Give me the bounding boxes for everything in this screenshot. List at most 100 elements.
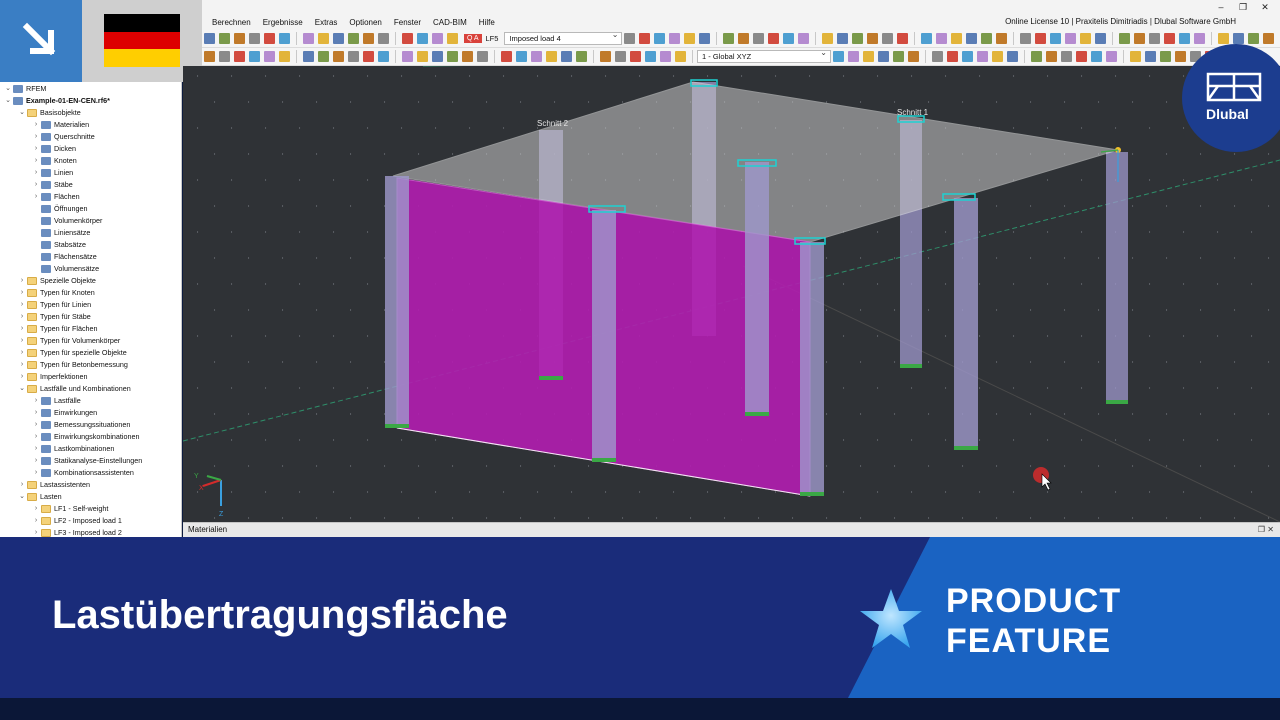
- navigator-item[interactable]: Liniensätze: [0, 227, 181, 239]
- toolbar-tool-icon[interactable]: [249, 33, 260, 44]
- toolbar-tool-icon[interactable]: [684, 33, 696, 44]
- toolbar-tool-icon[interactable]: [639, 33, 651, 44]
- toolbar-tool-icon[interactable]: [516, 51, 527, 62]
- navigator-item[interactable]: › Einwirkungen: [0, 407, 181, 419]
- toolbar-tool-icon[interactable]: [822, 33, 834, 44]
- toolbar-tool-icon[interactable]: [1248, 33, 1260, 44]
- chevron-down-icon[interactable]: ⌄: [18, 383, 26, 395]
- toolbar-tool-icon[interactable]: [279, 51, 290, 62]
- toolbar-tool-icon[interactable]: [561, 51, 572, 62]
- chevron-down-icon[interactable]: ⌄: [18, 491, 26, 503]
- toolbar-tool-icon[interactable]: [996, 33, 1008, 44]
- model-viewport[interactable]: Schnitt 2 Schnitt 1 Y X Z: [183, 66, 1280, 522]
- toolbar-tool-icon[interactable]: [1160, 51, 1171, 62]
- toolbar-tool-icon[interactable]: [1130, 51, 1141, 62]
- chevron-right-icon[interactable]: ›: [18, 299, 26, 311]
- chevron-right-icon[interactable]: ›: [32, 431, 40, 443]
- menu-item-extras[interactable]: Extras: [315, 18, 338, 27]
- toolbar-tool-icon[interactable]: [1263, 33, 1275, 44]
- column[interactable]: [800, 242, 824, 496]
- toolbar-tool-icon[interactable]: [204, 51, 215, 62]
- toolbar-tool-icon[interactable]: [432, 33, 443, 44]
- chevron-right-icon[interactable]: ›: [32, 155, 40, 167]
- toolbar-tool-icon[interactable]: [936, 33, 948, 44]
- toolbar-tool-icon[interactable]: [546, 51, 557, 62]
- chevron-right-icon[interactable]: ›: [32, 455, 40, 467]
- toolbar-tool-icon[interactable]: [1175, 51, 1186, 62]
- chevron-down-icon[interactable]: ⌄: [4, 83, 12, 95]
- navigator-item[interactable]: Volumensätze: [0, 263, 181, 275]
- chevron-right-icon[interactable]: ›: [18, 275, 26, 287]
- toolbar-tool-icon[interactable]: [1233, 33, 1245, 44]
- toolbar-tool-icon[interactable]: [992, 51, 1003, 62]
- navigator-item[interactable]: › Knoten: [0, 155, 181, 167]
- toolbar-tool-icon[interactable]: [753, 33, 765, 44]
- navigator-item[interactable]: › Typen für Betonbemessung: [0, 359, 181, 371]
- toolbar-tool-icon[interactable]: [1020, 33, 1032, 44]
- navigator-item[interactable]: › Statikanalyse-Einstellungen: [0, 455, 181, 467]
- toolbar-tool-icon[interactable]: [630, 51, 641, 62]
- toolbar-tool-icon[interactable]: [501, 51, 512, 62]
- toolbar-tool-icon[interactable]: [908, 51, 919, 62]
- panel-controls[interactable]: ❐ ✕: [1258, 523, 1274, 537]
- menu-item-berechnen[interactable]: Berechnen: [212, 18, 251, 27]
- chevron-right-icon[interactable]: ›: [18, 335, 26, 347]
- close-button[interactable]: ✕: [1254, 0, 1276, 14]
- navigator-item[interactable]: ⌄ Example-01-EN-CEN.rf6*: [0, 95, 181, 107]
- navigator-item[interactable]: › Einwirkungskombinationen: [0, 431, 181, 443]
- toolbar-tool-icon[interactable]: [966, 33, 978, 44]
- loadcase-select[interactable]: Imposed load 4: [504, 30, 623, 45]
- navigator-item[interactable]: › LF2 - Imposed load 1: [0, 515, 181, 527]
- toolbar-tool-icon[interactable]: [234, 33, 245, 44]
- toolbar-tool-icon[interactable]: [447, 51, 458, 62]
- navigator-item[interactable]: › LF1 - Self-weight: [0, 503, 181, 515]
- navigator-item[interactable]: › Typen für Volumenkörper: [0, 335, 181, 347]
- navigator-item[interactable]: ⌄ RFEM: [0, 83, 181, 95]
- toolbar-tool-icon[interactable]: [432, 51, 443, 62]
- maximize-button[interactable]: ❐: [1232, 0, 1254, 14]
- navigator-item[interactable]: Öffnungen: [0, 203, 181, 215]
- toolbar-tool-icon[interactable]: [783, 33, 795, 44]
- toolbar-tool-icon[interactable]: [962, 51, 973, 62]
- column[interactable]: [385, 176, 409, 428]
- toolbar-tool-icon[interactable]: [1119, 33, 1131, 44]
- toolbar-tool-icon[interactable]: [249, 51, 260, 62]
- chevron-right-icon[interactable]: ›: [32, 407, 40, 419]
- navigator-item[interactable]: › Typen für spezielle Objekte: [0, 347, 181, 359]
- menu-item-optionen[interactable]: Optionen: [349, 18, 381, 27]
- navigator-item[interactable]: Volumenkörper: [0, 215, 181, 227]
- toolbar-tool-icon[interactable]: [234, 51, 245, 62]
- toolbar-tool-icon[interactable]: [837, 33, 849, 44]
- navigator-item[interactable]: › Linien: [0, 167, 181, 179]
- column[interactable]: [954, 198, 978, 450]
- navigator-item[interactable]: › Bemessungssituationen: [0, 419, 181, 431]
- toolbar-tool-icon[interactable]: [1194, 33, 1206, 44]
- navigator-item[interactable]: › Spezielle Objekte: [0, 275, 181, 287]
- chevron-right-icon[interactable]: ›: [18, 311, 26, 323]
- chevron-right-icon[interactable]: ›: [32, 395, 40, 407]
- toolbar-tool-icon[interactable]: [738, 33, 750, 44]
- toolbar-tool-icon[interactable]: [1035, 33, 1047, 44]
- toolbar-tool-icon[interactable]: [1080, 33, 1092, 44]
- navigator-item[interactable]: › Lastfälle: [0, 395, 181, 407]
- toolbar-tool-icon[interactable]: [219, 33, 230, 44]
- toolbar-tool-icon[interactable]: [848, 51, 859, 62]
- toolbar-tool-icon[interactable]: [852, 33, 864, 44]
- chevron-right-icon[interactable]: ›: [32, 467, 40, 479]
- toolbar-tool-icon[interactable]: [318, 51, 329, 62]
- toolbar-tool-icon[interactable]: [893, 51, 904, 62]
- toolbar-tool-icon[interactable]: [947, 51, 958, 62]
- toolbar-tool-icon[interactable]: [654, 33, 666, 44]
- toolbar-tool-icon[interactable]: [833, 51, 844, 62]
- toolbar-tool-icon[interactable]: [624, 33, 636, 44]
- column[interactable]: [1106, 152, 1128, 404]
- toolbar-tool-icon[interactable]: [1050, 33, 1062, 44]
- toolbar-tool-icon[interactable]: [264, 33, 275, 44]
- toolbar-tool-icon[interactable]: [1091, 51, 1102, 62]
- toolbar-tool-icon[interactable]: [1134, 33, 1146, 44]
- toolbar-tool-icon[interactable]: [1076, 51, 1087, 62]
- toolbar-tool-icon[interactable]: [378, 33, 389, 44]
- toolbar-tool-icon[interactable]: [477, 51, 488, 62]
- menu-item-cad-bim[interactable]: CAD-BIM: [433, 18, 467, 27]
- materials-panel-header[interactable]: Materialien ❐ ✕: [183, 522, 1280, 537]
